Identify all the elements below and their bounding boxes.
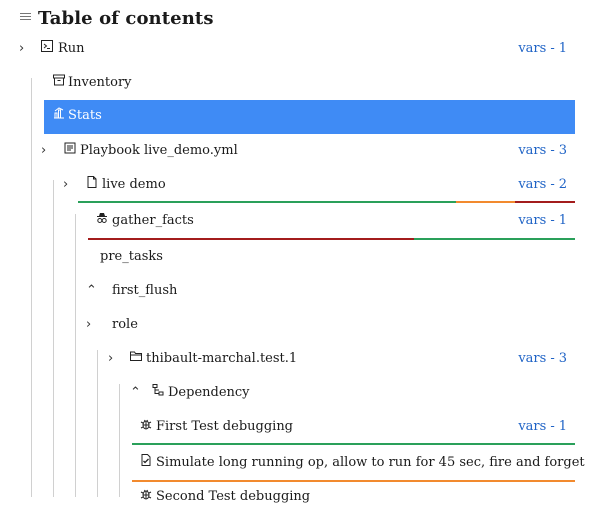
tree-item-label: Simulate long running op, allow to run f… bbox=[156, 455, 585, 470]
tree-item-stats[interactable]: Stats bbox=[44, 100, 575, 134]
tree-item-label: gather_facts bbox=[112, 213, 194, 228]
tree-item-label: Run bbox=[58, 41, 85, 56]
tree-item-label: live demo bbox=[102, 177, 166, 192]
vars-link[interactable]: vars -2 bbox=[518, 177, 567, 192]
tree-item-label: role bbox=[112, 317, 138, 332]
vars-link[interactable]: vars -3 bbox=[518, 143, 567, 158]
tree-item-pre-tasks[interactable]: pre_tasks bbox=[76, 241, 575, 275]
status-bar bbox=[88, 238, 575, 240]
tree-item-first-flush[interactable]: ⌃ first_flush bbox=[76, 275, 575, 309]
vars-link[interactable]: vars -1 bbox=[518, 213, 567, 228]
bug-icon bbox=[140, 418, 152, 430]
vars-link[interactable]: vars -3 bbox=[518, 351, 567, 366]
tree-item-run[interactable]: › Run vars -1 bbox=[10, 33, 575, 67]
vars-link[interactable]: vars -1 bbox=[518, 419, 567, 434]
page-title: Table of contents bbox=[38, 8, 214, 29]
chart-icon bbox=[53, 107, 65, 119]
folder-icon bbox=[130, 350, 142, 362]
status-segment-changed bbox=[455, 201, 516, 203]
tree-item-first-test[interactable]: First Test debugging vars -1 bbox=[120, 411, 575, 445]
tree-item-playbook[interactable]: › Playbook live_demo.yml vars -3 bbox=[32, 135, 575, 169]
tree-item-role[interactable]: › role bbox=[76, 309, 575, 343]
chevron-right-icon[interactable]: › bbox=[41, 144, 51, 158]
tree-item-label: thibault-marchal.test.1 bbox=[146, 351, 298, 366]
spy-icon bbox=[96, 212, 108, 224]
status-segment-ok bbox=[414, 238, 575, 240]
tree-item-label: pre_tasks bbox=[100, 249, 163, 264]
tree-guide-line bbox=[53, 180, 54, 497]
tree-item-simulate[interactable]: Simulate long running op, allow to run f… bbox=[120, 447, 585, 482]
chevron-right-icon[interactable]: › bbox=[108, 352, 118, 366]
status-segment-failed bbox=[515, 201, 575, 203]
tree-item-label: Stats bbox=[68, 108, 102, 123]
tree-item-play[interactable]: › live demo vars -2 bbox=[54, 169, 575, 203]
chevron-right-icon[interactable]: › bbox=[19, 42, 29, 56]
tree-item-label: First Test debugging bbox=[156, 419, 294, 434]
chevron-up-icon[interactable]: ⌃ bbox=[130, 386, 141, 400]
chevron-right-icon[interactable]: › bbox=[63, 178, 73, 192]
list-icon[interactable] bbox=[20, 13, 31, 22]
tree-item-label: Inventory bbox=[68, 75, 132, 90]
tree-item-second-test[interactable]: Second Test debugging bbox=[120, 481, 575, 515]
chevron-up-icon[interactable]: ⌃ bbox=[86, 284, 97, 298]
tree-item-label: first_flush bbox=[112, 283, 178, 298]
status-segment-ok bbox=[132, 443, 575, 445]
status-bar bbox=[132, 443, 575, 445]
tree-item-inventory[interactable]: Inventory bbox=[32, 67, 575, 101]
status-segment-ok bbox=[78, 201, 456, 203]
tree-item-label: Playbook live_demo.yml bbox=[80, 143, 238, 158]
tree-item-dependency[interactable]: ⌃ Dependency bbox=[120, 377, 575, 411]
status-segment-failed bbox=[88, 238, 415, 240]
notebook-icon bbox=[64, 142, 76, 154]
tree-item-role-name[interactable]: › thibault-marchal.test.1 vars -3 bbox=[98, 343, 575, 377]
file-icon bbox=[86, 176, 98, 188]
vars-link[interactable]: vars -1 bbox=[518, 41, 567, 56]
bug-icon bbox=[140, 488, 152, 500]
status-bar bbox=[78, 201, 575, 203]
tree-item-gather-facts[interactable]: gather_facts vars -1 bbox=[76, 205, 575, 240]
chevron-right-icon[interactable]: › bbox=[86, 318, 96, 332]
task-file-icon bbox=[140, 454, 152, 466]
archive-icon bbox=[53, 74, 65, 86]
hierarchy-icon bbox=[152, 384, 164, 396]
terminal-icon bbox=[41, 40, 53, 52]
tree-item-label: Dependency bbox=[168, 385, 250, 400]
